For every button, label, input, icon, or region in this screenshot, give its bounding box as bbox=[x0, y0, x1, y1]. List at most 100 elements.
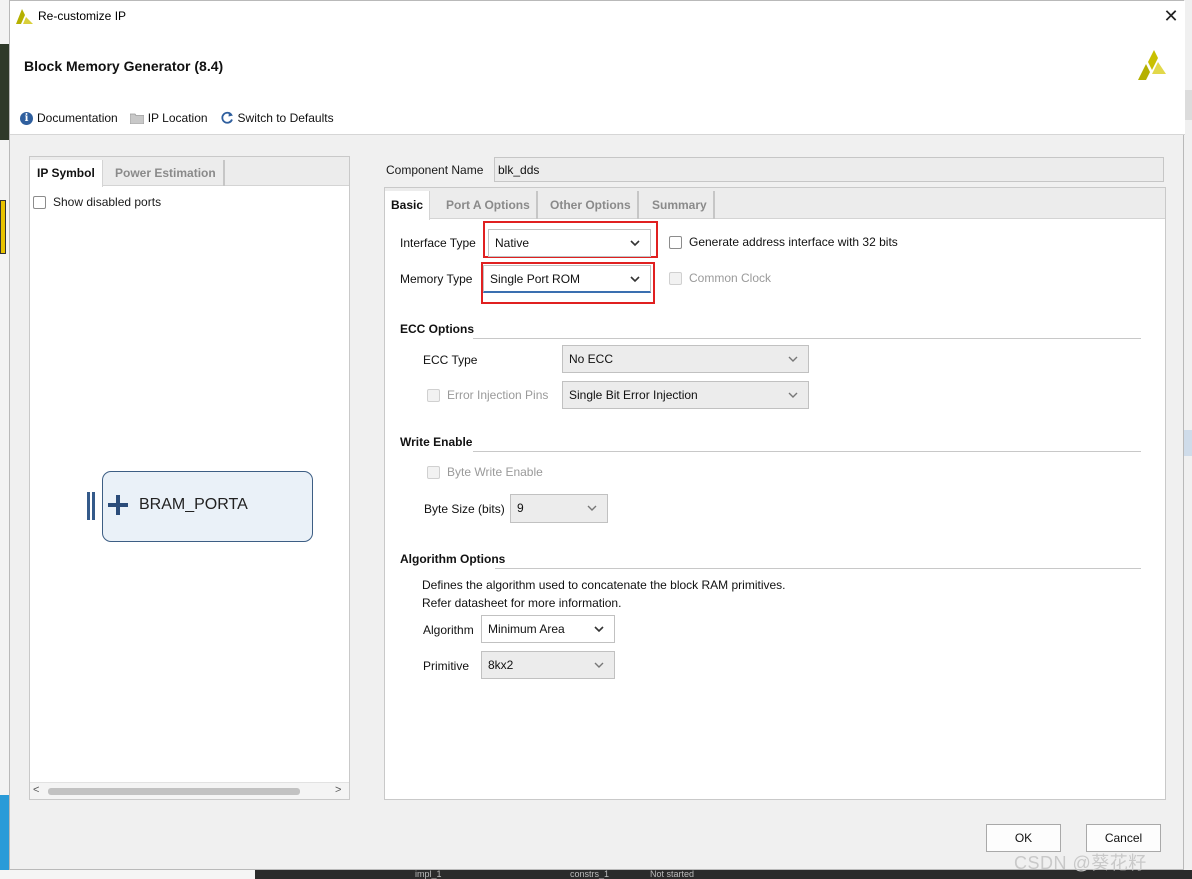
vivado-logo-icon bbox=[16, 9, 33, 24]
background-window-fragment bbox=[1184, 90, 1192, 120]
common-clock-label: Common Clock bbox=[689, 271, 772, 285]
chevron-down-icon bbox=[587, 505, 597, 511]
background-text: Not started bbox=[650, 869, 695, 879]
port-bus-line bbox=[87, 492, 90, 520]
port-bus-line bbox=[92, 492, 95, 520]
show-disabled-ports-label: Show disabled ports bbox=[53, 195, 162, 209]
component-name-label: Component Name bbox=[386, 163, 484, 177]
interface-type-label: Interface Type bbox=[400, 236, 476, 250]
chevron-down-icon bbox=[594, 662, 604, 668]
byte-size-value: 9 bbox=[517, 501, 524, 515]
byte-write-enable-label: Byte Write Enable bbox=[447, 465, 543, 479]
error-injection-checkbox bbox=[427, 388, 440, 402]
interface-type-dropdown[interactable]: Native bbox=[488, 229, 651, 257]
chevron-down-icon bbox=[630, 276, 640, 283]
ip-title: Block Memory Generator (8.4) bbox=[24, 58, 224, 74]
algorithm-value: Minimum Area bbox=[488, 622, 565, 636]
expand-plus-icon[interactable] bbox=[107, 494, 129, 516]
algorithm-label: Algorithm bbox=[423, 623, 474, 637]
error-injection-dropdown[interactable]: Single Bit Error Injection bbox=[562, 381, 809, 409]
show-disabled-ports-row[interactable]: Show disabled ports bbox=[33, 195, 161, 209]
tab-other-options[interactable]: Other Options bbox=[544, 191, 639, 219]
background-window-fragment bbox=[1184, 430, 1192, 456]
show-disabled-ports-checkbox[interactable] bbox=[33, 195, 46, 209]
chevron-down-icon bbox=[594, 626, 604, 633]
config-tab-bar: Basic Port A Options Other Options Summa… bbox=[385, 188, 1165, 220]
algorithm-description: Defines the algorithm used to concatenat… bbox=[422, 578, 786, 592]
window-title: Re-customize IP bbox=[38, 9, 127, 23]
background-text: impl_1 bbox=[415, 869, 442, 879]
chevron-down-icon bbox=[788, 356, 798, 362]
memory-type-label: Memory Type bbox=[400, 272, 473, 286]
tab-power-estimation[interactable]: Power Estimation bbox=[108, 160, 225, 186]
common-clock-checkbox bbox=[669, 271, 682, 285]
bram-porta-label: BRAM_PORTA bbox=[139, 496, 248, 513]
toolbar: i Documentation IP Location Switch to De… bbox=[20, 108, 334, 128]
dialog-header: Block Memory Generator (8.4) i Documenta… bbox=[10, 32, 1185, 135]
configuration-panel: Basic Port A Options Other Options Summa… bbox=[384, 187, 1166, 800]
byte-size-dropdown[interactable]: 9 bbox=[510, 494, 608, 523]
error-injection-label: Error Injection Pins bbox=[447, 388, 549, 402]
watermark-text: CSDN @葵花籽 bbox=[1014, 853, 1147, 873]
background-window-fragment bbox=[0, 44, 9, 140]
tab-summary[interactable]: Summary bbox=[646, 191, 715, 219]
primitive-dropdown[interactable]: 8kx2 bbox=[481, 651, 615, 679]
tab-ip-symbol[interactable]: IP Symbol bbox=[30, 160, 103, 187]
documentation-label: Documentation bbox=[37, 111, 118, 125]
component-name-field[interactable]: blk_dds bbox=[494, 157, 1164, 182]
ecc-type-label: ECC Type bbox=[423, 353, 478, 367]
background-left-strip bbox=[0, 0, 9, 879]
ip-location-button[interactable]: IP Location bbox=[129, 111, 208, 125]
left-tab-bar: IP Symbol Power Estimation bbox=[30, 157, 349, 187]
byte-size-label: Byte Size (bits) bbox=[424, 502, 505, 516]
recustomize-ip-dialog: Re-customize IP ✕ Block Memory Generator… bbox=[9, 0, 1185, 873]
primitive-label: Primitive bbox=[423, 659, 470, 673]
cancel-button[interactable]: Cancel bbox=[1086, 824, 1161, 852]
scroll-left-arrow-icon[interactable]: < bbox=[33, 784, 39, 796]
scroll-right-arrow-icon[interactable]: > bbox=[335, 784, 341, 796]
memory-type-dropdown[interactable]: Single Port ROM bbox=[483, 265, 651, 293]
switch-to-defaults-button[interactable]: Switch to Defaults bbox=[220, 111, 334, 125]
background-window-fragment bbox=[0, 795, 9, 870]
folder-icon bbox=[129, 113, 144, 124]
section-divider bbox=[495, 568, 1141, 569]
generate-address-checkbox[interactable] bbox=[669, 235, 682, 249]
section-divider bbox=[473, 451, 1141, 452]
chevron-down-icon bbox=[630, 240, 640, 247]
info-icon: i bbox=[20, 111, 33, 125]
background-window-fragment bbox=[0, 200, 6, 254]
xilinx-logo-icon bbox=[1138, 50, 1166, 80]
memory-type-value: Single Port ROM bbox=[490, 272, 581, 286]
horizontal-scrollbar[interactable]: < > bbox=[30, 782, 349, 799]
ecc-type-dropdown[interactable]: No ECC bbox=[562, 345, 809, 373]
generate-address-row[interactable]: Generate address interface with 32 bits bbox=[669, 235, 898, 249]
algorithm-options-title: Algorithm Options bbox=[400, 552, 506, 566]
ecc-type-value: No ECC bbox=[569, 352, 614, 366]
algorithm-description-note: Refer datasheet for more information. bbox=[422, 596, 622, 610]
generate-address-label: Generate address interface with 32 bits bbox=[689, 235, 898, 249]
byte-write-enable-row: Byte Write Enable bbox=[427, 465, 543, 479]
tab-port-a-options[interactable]: Port A Options bbox=[440, 191, 538, 219]
close-button[interactable]: ✕ bbox=[1160, 5, 1182, 27]
section-divider bbox=[473, 338, 1141, 339]
refresh-icon bbox=[220, 111, 233, 124]
ok-button[interactable]: OK bbox=[986, 824, 1061, 852]
background-text: constrs_1 bbox=[570, 869, 610, 879]
scrollbar-thumb[interactable] bbox=[48, 788, 300, 795]
error-injection-row: Error Injection Pins bbox=[427, 388, 548, 402]
tab-basic[interactable]: Basic bbox=[385, 191, 431, 220]
documentation-menu[interactable]: i Documentation bbox=[20, 111, 118, 125]
background-window-fragment bbox=[0, 870, 255, 879]
ip-symbol-panel: IP Symbol Power Estimation Show disabled… bbox=[29, 156, 350, 800]
background-right-strip bbox=[1184, 0, 1192, 879]
ecc-options-title: ECC Options bbox=[400, 322, 474, 336]
error-injection-value: Single Bit Error Injection bbox=[569, 388, 698, 402]
primitive-value: 8kx2 bbox=[488, 658, 514, 672]
ip-location-label: IP Location bbox=[147, 111, 208, 125]
title-bar[interactable]: Re-customize IP ✕ bbox=[10, 1, 1185, 32]
interface-type-value: Native bbox=[495, 236, 530, 250]
write-enable-title: Write Enable bbox=[400, 435, 473, 449]
switch-to-defaults-label: Switch to Defaults bbox=[237, 111, 334, 125]
chevron-down-icon bbox=[788, 392, 798, 398]
algorithm-dropdown[interactable]: Minimum Area bbox=[481, 615, 615, 643]
